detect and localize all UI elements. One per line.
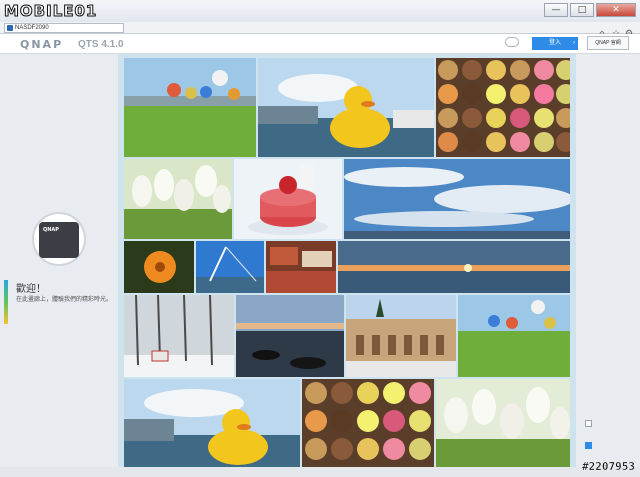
photo-gallery [118, 54, 576, 467]
favicon-icon [7, 25, 13, 31]
photo-coastal-rocks[interactable] [236, 295, 344, 377]
watermark: #2207953 [582, 460, 635, 473]
welcome-title: 歡迎！ [16, 284, 46, 295]
photo-sea-sunset[interactable] [338, 241, 570, 293]
gallery-checkbox-1[interactable] [585, 420, 592, 427]
photo-market-stalls[interactable] [266, 241, 336, 293]
photo-hot-air-balloons-2[interactable] [458, 295, 570, 377]
right-panel [576, 54, 640, 467]
qts-version: QTS 4.1.0 [78, 39, 124, 50]
photo-macarons-tray-2[interactable] [302, 379, 434, 467]
photo-blue-sky-clouds[interactable] [344, 159, 570, 239]
photo-macarons-tray[interactable] [436, 58, 570, 157]
tab-label: NASDF2090 [15, 25, 49, 31]
minimize-button[interactable]: — [544, 3, 568, 17]
site-brand: MOBILE01 [3, 2, 98, 21]
nas-device-icon: QNAP [39, 222, 79, 258]
photo-white-tulips[interactable] [124, 159, 232, 239]
close-button[interactable]: ✕ [596, 3, 636, 17]
chevron-right-icon: › [573, 40, 575, 46]
qts-header: QNAP QTS 4.1.0 登入 › QNAP 官網 [0, 34, 640, 54]
welcome-subtitle: 在此畫廊上，體驗我們的精彩時光。 [16, 296, 113, 303]
browser-titlebar: MOBILE01 — □ ✕ [0, 0, 640, 22]
device-logo: QNAP [43, 227, 59, 233]
photo-orange-flower[interactable] [124, 241, 194, 293]
cloud-icon[interactable] [505, 37, 519, 47]
photo-alhambra-courtyard[interactable] [346, 295, 456, 377]
photo-macaron-cake[interactable] [234, 159, 342, 239]
login-label: 登入 [548, 40, 561, 46]
photo-snowy-forest[interactable] [124, 295, 234, 377]
welcome-panel: QNAP 歡迎！ 在此畫廊上，體驗我們的精彩時光。 [0, 54, 118, 467]
photo-bridge-sunny[interactable] [196, 241, 264, 293]
welcome-accent-bar [4, 280, 8, 324]
photo-rubber-duck-harbor-2[interactable] [124, 379, 300, 467]
photo-hot-air-balloons[interactable] [124, 58, 256, 157]
qnap-site-button[interactable]: QNAP 官網 [587, 36, 629, 50]
browser-tabbar: NASDF2090 ⌂ ☆ ⚙ [0, 22, 640, 39]
browser-tab[interactable]: NASDF2090 [4, 23, 124, 33]
photo-white-tulips-2[interactable] [436, 379, 570, 467]
photo-rubber-duck-harbor[interactable] [258, 58, 434, 157]
maximize-button[interactable]: □ [570, 3, 594, 17]
window-controls: — □ ✕ [544, 3, 636, 17]
login-button[interactable]: 登入 › [532, 37, 578, 50]
gallery-checkbox-2[interactable] [585, 442, 592, 449]
qts-login-page: QNAP QTS 4.1.0 登入 › QNAP 官網 QNAP 歡迎！ 在此畫… [0, 34, 640, 477]
nas-device-avatar: QNAP [32, 212, 86, 266]
qnap-logo: QNAP [20, 38, 64, 51]
